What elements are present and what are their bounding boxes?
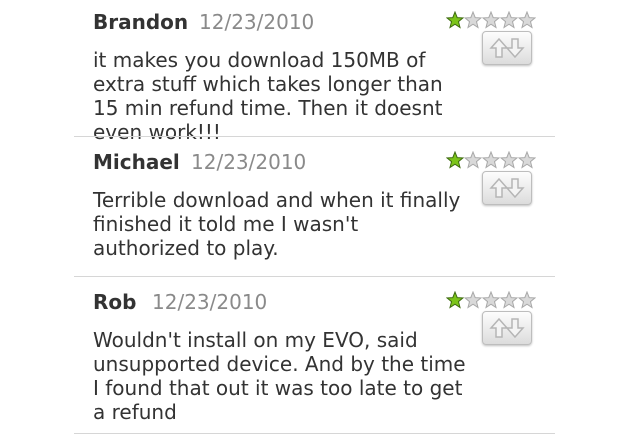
rating-stars	[446, 291, 536, 309]
star-filled-icon	[446, 11, 464, 29]
up-down-arrows-icon	[489, 317, 525, 339]
up-down-arrows-icon	[489, 37, 525, 59]
review-author: Michael	[93, 150, 180, 174]
star-empty-icon	[482, 291, 500, 309]
star-empty-icon	[482, 11, 500, 29]
rating-stars	[446, 11, 536, 29]
vote-button[interactable]	[482, 171, 532, 205]
star-empty-icon	[518, 151, 536, 169]
star-empty-icon	[500, 291, 518, 309]
review-text: Terrible download and when it finally fi…	[93, 188, 461, 260]
divider	[74, 276, 555, 277]
vote-button[interactable]	[482, 311, 532, 345]
star-empty-icon	[518, 11, 536, 29]
star-empty-icon	[464, 11, 482, 29]
star-filled-icon	[446, 151, 464, 169]
review-date: 12/23/2010	[152, 290, 268, 314]
review-date: 12/23/2010	[199, 10, 315, 34]
star-empty-icon	[464, 291, 482, 309]
review-author: Rob	[93, 290, 137, 314]
review-author: Brandon	[93, 10, 189, 34]
star-empty-icon	[518, 291, 536, 309]
review-text: Wouldn't install on my EVO, said unsuppo…	[93, 328, 466, 424]
review-date: 12/23/2010	[191, 150, 307, 174]
divider	[74, 136, 555, 137]
up-down-arrows-icon	[489, 177, 525, 199]
rating-stars	[446, 151, 536, 169]
star-empty-icon	[500, 151, 518, 169]
star-filled-icon	[446, 291, 464, 309]
star-empty-icon	[482, 151, 500, 169]
star-empty-icon	[500, 11, 518, 29]
review-text: it makes you download 150MB of extra stu…	[93, 48, 443, 144]
divider	[74, 433, 555, 434]
vote-button[interactable]	[482, 31, 532, 65]
star-empty-icon	[464, 151, 482, 169]
